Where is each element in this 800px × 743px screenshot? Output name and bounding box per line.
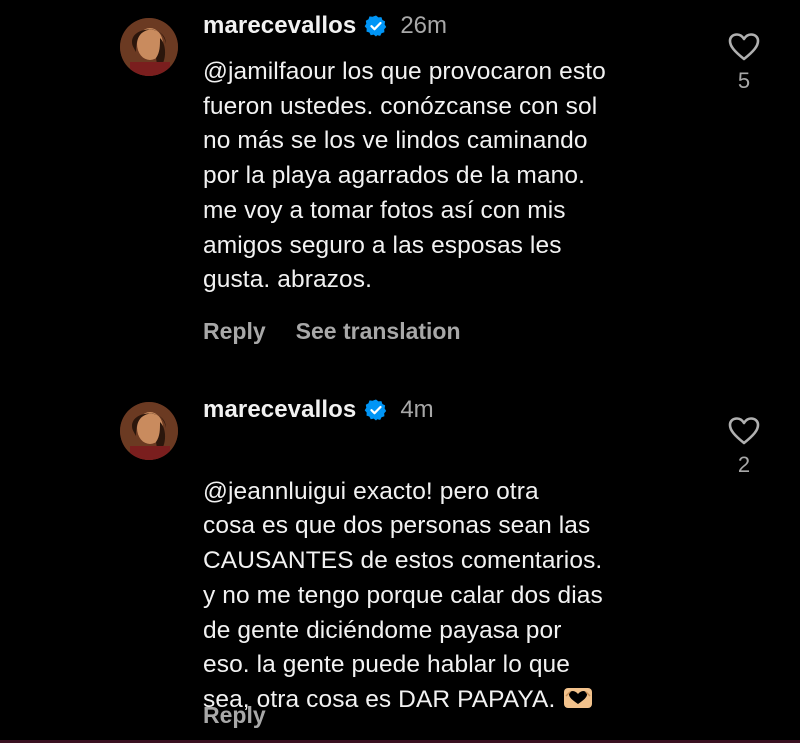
timestamp: 26m [400,12,447,39]
avatar[interactable] [120,402,178,460]
reply-button[interactable]: Reply [203,702,266,729]
username[interactable]: marecevallos [203,12,356,40]
username[interactable]: marecevallos [203,396,356,424]
heart-hands-emoji-icon [564,687,593,708]
comment-text: @jamilfaour los que provocaron esto fuer… [203,58,606,294]
reply-button[interactable]: Reply [203,318,266,345]
avatar[interactable] [120,18,178,76]
like-count: 2 [737,452,751,477]
like-control: 5 [726,32,762,94]
timestamp: 4m [400,396,434,423]
see-translation-button[interactable]: See translation [296,318,461,345]
comment-text: @jeannluigui exacto! pero otra cosa es q… [203,440,723,718]
heart-icon[interactable] [728,416,760,446]
like-control: 2 [726,416,762,478]
verified-badge-icon [365,15,387,37]
comment-text-body: @jeannluigui exacto! pero otra cosa es q… [203,477,603,713]
verified-badge-icon [365,399,387,421]
heart-icon[interactable] [728,32,760,62]
like-count: 5 [737,68,751,93]
